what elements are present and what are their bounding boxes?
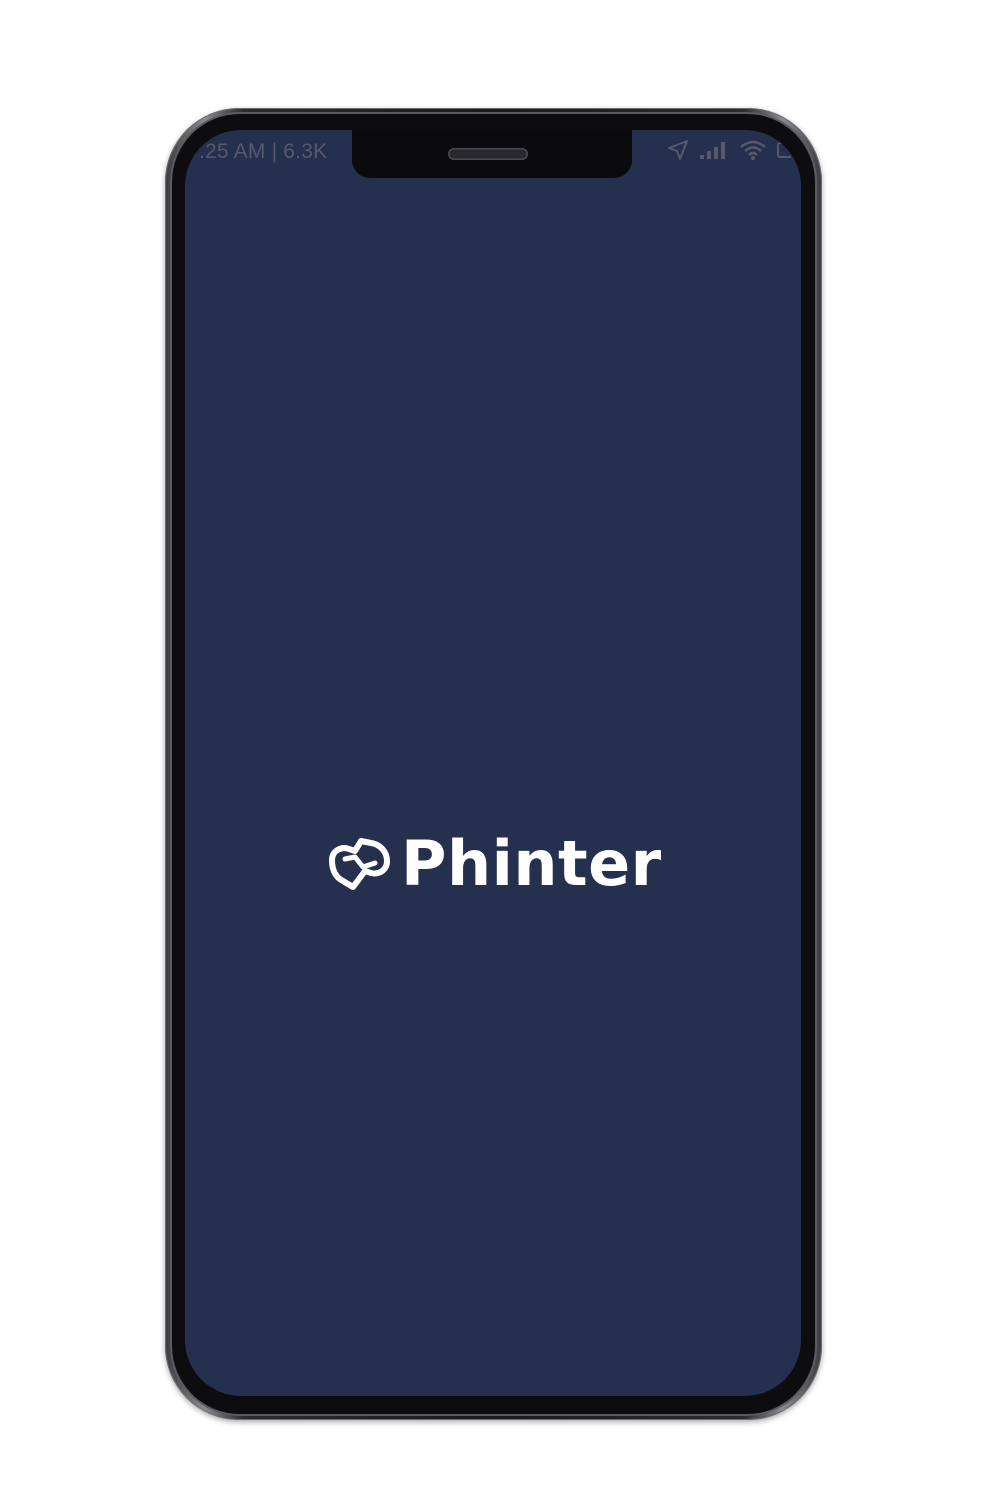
camera-notch <box>352 130 632 178</box>
status-bar-time: .25 AM | 6.3K <box>199 140 328 163</box>
signal-bars-icon <box>699 140 729 160</box>
phone-frame: .25 AM | 6.3K Phinter <box>165 108 822 1420</box>
app-screen: .25 AM | 6.3K Phinter <box>185 130 801 1396</box>
location-arrow-icon <box>667 139 689 161</box>
brand-logo: Phinter <box>327 833 662 895</box>
brand-name: Phinter <box>401 827 662 900</box>
earpiece-speaker <box>448 148 528 160</box>
wifi-icon <box>739 139 767 161</box>
battery-icon <box>777 139 791 161</box>
status-bar-icons <box>667 139 791 161</box>
phinter-logo-icon <box>327 835 393 893</box>
